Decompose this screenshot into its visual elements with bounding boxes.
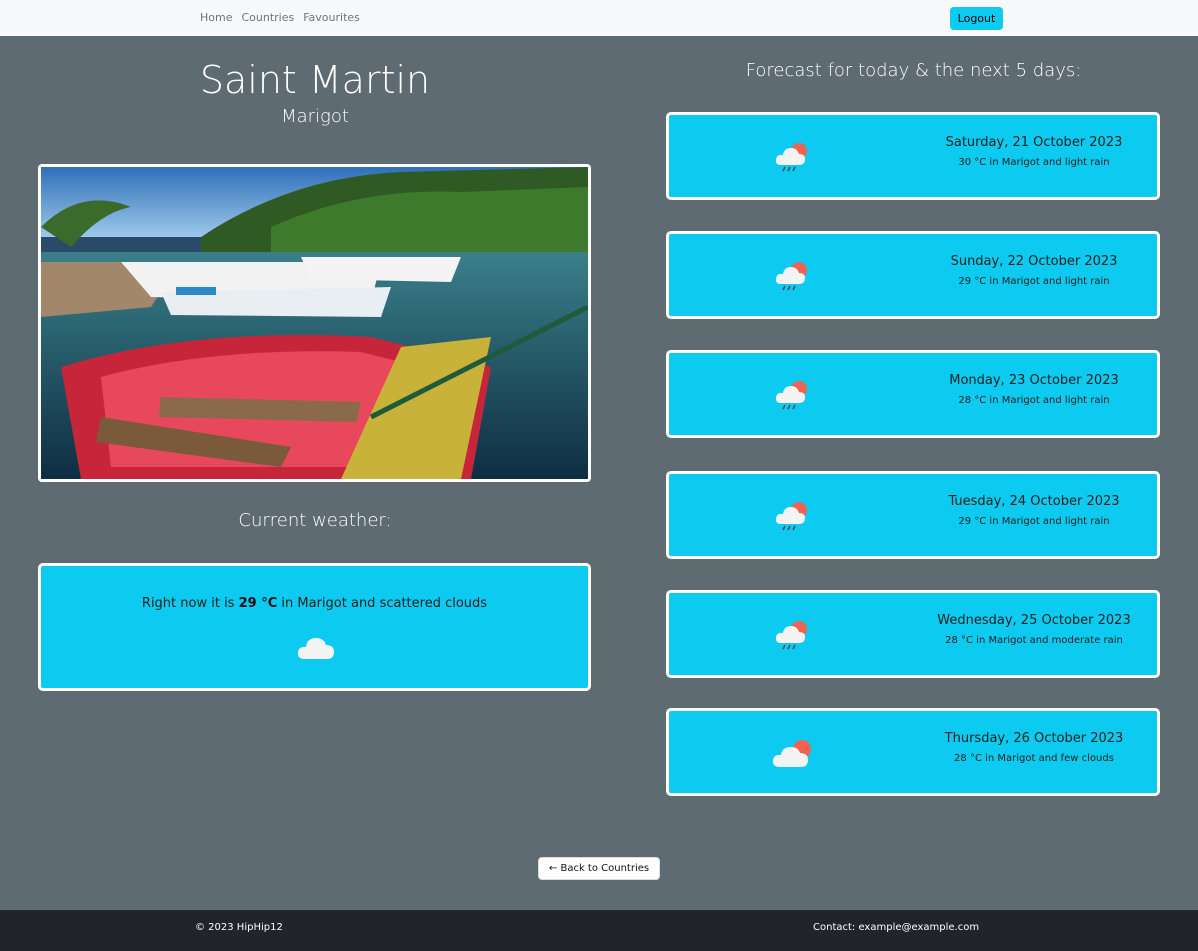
footer: © 2023 HipHip12 Contact: example@example… (0, 910, 1198, 951)
rain-cloud-sun-icon (775, 498, 809, 536)
rain-cloud-sun-icon (775, 617, 809, 655)
nav-link-favourites[interactable]: Favourites (303, 11, 360, 24)
nav-link-home[interactable]: Home (200, 11, 232, 24)
forecast-description: 28 °C in Marigot and light rain (958, 395, 1110, 406)
forecast-card: Monday, 23 October 2023 28 °C in Marigot… (666, 350, 1160, 438)
logout-button[interactable]: Logout (950, 7, 1003, 30)
rain-cloud-sun-icon (775, 258, 809, 296)
current-weather-text: Right now it is 29 °C in Marigot and sca… (41, 596, 588, 611)
forecast-date: Saturday, 21 October 2023 (945, 135, 1123, 150)
current-weather-heading: Current weather: (238, 510, 392, 531)
forecast-date: Monday, 23 October 2023 (949, 373, 1119, 388)
current-temperature: 29 °C (238, 596, 278, 611)
forecast-date: Thursday, 26 October 2023 (944, 731, 1124, 746)
forecast-card: Sunday, 22 October 2023 29 °C in Marigot… (666, 231, 1160, 319)
cloud-icon (297, 634, 335, 664)
forecast-date: Sunday, 22 October 2023 (950, 254, 1118, 269)
forecast-description: 28 °C in Marigot and moderate rain (945, 635, 1123, 646)
rain-cloud-sun-icon (775, 139, 809, 177)
current-prefix: Right now it is (141, 596, 235, 611)
copyright-text: © 2023 HipHip12 (195, 922, 283, 933)
forecast-card: Saturday, 21 October 2023 30 °C in Marig… (666, 112, 1160, 200)
navbar: Home Countries Favourites Logout (0, 0, 1198, 36)
location-photo (38, 164, 591, 482)
rain-cloud-sun-icon (775, 377, 809, 415)
forecast-description: 30 °C in Marigot and light rain (958, 157, 1110, 168)
harbor-boat-image (41, 167, 588, 479)
back-to-countries-button[interactable]: ← Back to Countries (538, 857, 660, 880)
forecast-date: Wednesday, 25 October 2023 (937, 613, 1131, 628)
city-subtitle: Marigot (281, 106, 349, 127)
contact-link[interactable]: Contact: example@example.com (813, 922, 979, 933)
forecast-card: Wednesday, 25 October 2023 28 °C in Mari… (666, 590, 1160, 678)
current-weather-card: Right now it is 29 °C in Marigot and sca… (38, 563, 591, 691)
forecast-card: Thursday, 26 October 2023 28 °C in Marig… (666, 708, 1160, 796)
forecast-date: Tuesday, 24 October 2023 (948, 494, 1120, 509)
forecast-description: 29 °C in Marigot and light rain (958, 276, 1110, 287)
forecast-card: Tuesday, 24 October 2023 29 °C in Marigo… (666, 471, 1160, 559)
country-title: Saint Martin (199, 58, 431, 102)
nav-link-countries[interactable]: Countries (241, 11, 294, 24)
nav-links: Home Countries Favourites (200, 11, 360, 24)
forecast-heading: Forecast for today & the next 5 days: (745, 60, 1082, 81)
cloud-sun-icon (772, 737, 814, 773)
current-suffix: in Marigot and scattered clouds (281, 596, 488, 611)
forecast-description: 29 °C in Marigot and light rain (958, 516, 1110, 527)
forecast-description: 28 °C in Marigot and few clouds (954, 753, 1114, 764)
